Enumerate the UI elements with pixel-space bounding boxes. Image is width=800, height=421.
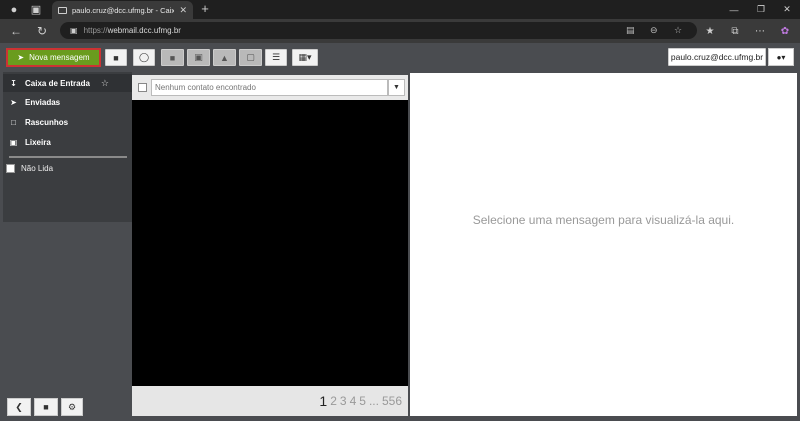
refresh-icon[interactable]: ◯ xyxy=(133,49,155,66)
message-preview-pane: Selecione uma mensagem para visualizá-la… xyxy=(410,73,797,416)
webmail-app: ➤ Nova mensagem ■ ◯ ■ ▣ ▲ ▢ ☰ ▦▾ paulo.c… xyxy=(0,43,800,421)
page-link[interactable]: 5 xyxy=(359,394,366,408)
draft-icon: □ xyxy=(11,117,16,127)
page-link[interactable]: 4 xyxy=(350,394,357,408)
restore-icon[interactable]: ❐ xyxy=(748,0,774,19)
paper-plane-icon: ➤ xyxy=(17,53,25,62)
folder-label: Rascunhos xyxy=(25,117,69,127)
menu-icon[interactable]: ☰ xyxy=(265,49,287,66)
browser-tab-bar: ● ▣ paulo.cruz@dcc.ufmg.br - Caixa de En… xyxy=(0,0,800,19)
url-field[interactable]: ▣ https://webmail.dcc.ufmg.br ▤ ⊖ ☆ xyxy=(60,22,697,39)
message-list-pane: ▼ 1 2 3 4 5 ... 556 xyxy=(132,75,408,416)
folder-label: Lixeira xyxy=(25,137,51,147)
sidebar-divider xyxy=(9,156,127,158)
close-tab-icon[interactable]: ✕ xyxy=(179,5,187,16)
address-bar: ← ↻ ▣ https://webmail.dcc.ufmg.br ▤ ⊖ ☆ … xyxy=(0,19,800,43)
minimize-icon[interactable]: — xyxy=(721,0,747,19)
search-input[interactable] xyxy=(151,79,388,96)
chevron-down-icon[interactable]: ▼ xyxy=(388,79,405,96)
calendar-icon[interactable]: ▦▾ xyxy=(292,49,318,66)
folder-inbox[interactable]: ↧ Caixa de Entrada ☆ xyxy=(3,74,132,92)
archive-icon[interactable]: ▣ xyxy=(187,49,210,66)
mail-toolbar: ➤ Nova mensagem ■ ◯ ■ ▣ ▲ ▢ ☰ ▦▾ paulo.c… xyxy=(0,43,800,73)
contacts-icon[interactable]: ■ xyxy=(105,49,127,66)
browser-tab[interactable]: paulo.cruz@dcc.ufmg.br - Caixa de Entrad… xyxy=(52,1,193,19)
more-icon[interactable]: ⋯ xyxy=(752,23,768,39)
folder-sidebar: ↧ Caixa de Entrada ☆ ➤ Enviadas □ Rascun… xyxy=(3,72,132,222)
url-host: webmail.dcc.ufmg.br xyxy=(107,26,181,35)
folder-drafts[interactable]: □ Rascunhos xyxy=(3,113,132,131)
profile-icon[interactable]: ● xyxy=(4,0,24,19)
page-link[interactable]: 1 xyxy=(319,393,327,409)
delete-icon[interactable]: ▢ xyxy=(239,49,262,66)
collections-icon[interactable]: ⧉ xyxy=(727,23,743,39)
page-link[interactable]: 3 xyxy=(340,394,347,408)
inbox-icon: ↧ xyxy=(10,78,17,88)
preview-empty-message: Selecione uma mensagem para visualizá-la… xyxy=(472,213,735,227)
favorite-star-icon[interactable]: ☆ xyxy=(674,22,682,39)
folder-trash[interactable]: ▣ Lixeira xyxy=(3,133,132,151)
user-menu-icon[interactable]: ●▾ xyxy=(768,48,794,66)
back-icon[interactable]: ← xyxy=(8,23,24,39)
favorites-icon[interactable]: ★ xyxy=(702,23,718,39)
send-icon: ➤ xyxy=(10,97,17,107)
settings-gear-icon[interactable]: ⚙ xyxy=(61,398,83,416)
star-icon[interactable]: ☆ xyxy=(101,78,109,89)
collapse-sidebar-button[interactable]: ❮ xyxy=(7,398,31,416)
page-link[interactable]: 556 xyxy=(382,394,402,408)
folder-sent[interactable]: ➤ Enviadas xyxy=(3,93,132,111)
compose-button[interactable]: ➤ Nova mensagem xyxy=(6,48,101,67)
folder-manage-icon[interactable]: ■ xyxy=(34,398,58,416)
unread-label: Não Lida xyxy=(21,164,54,173)
folder-label: Enviadas xyxy=(25,97,61,107)
zoom-icon[interactable]: ⊖ xyxy=(650,22,658,39)
mail-favicon-icon xyxy=(58,6,67,14)
message-list-header: ▼ xyxy=(132,75,408,100)
unread-filter[interactable]: Não Lida xyxy=(6,164,53,173)
reload-icon[interactable]: ↻ xyxy=(34,23,50,39)
new-tab-icon[interactable]: + xyxy=(197,1,213,16)
close-window-icon[interactable]: ✕ xyxy=(774,0,800,19)
lock-icon: ▣ xyxy=(70,26,78,35)
reply-icon[interactable]: ■ xyxy=(161,49,184,66)
spam-icon[interactable]: ▲ xyxy=(213,49,236,66)
tab-actions-icon[interactable]: ▣ xyxy=(26,0,46,19)
compose-label: Nova mensagem xyxy=(29,53,90,62)
folder-label: Caixa de Entrada xyxy=(25,78,90,88)
page-ellipsis: ... xyxy=(368,394,379,408)
pagination: 1 2 3 4 5 ... 556 xyxy=(132,386,408,416)
tab-title: paulo.cruz@dcc.ufmg.br - Caixa de Entrad… xyxy=(72,5,175,15)
copilot-icon[interactable]: ✿ xyxy=(777,23,793,39)
app-icon[interactable]: ▤ xyxy=(626,22,635,39)
account-button[interactable]: paulo.cruz@dcc.ufmg.br xyxy=(668,48,766,66)
url-scheme: https:// xyxy=(83,26,108,35)
unread-checkbox[interactable] xyxy=(6,164,15,173)
select-all-checkbox[interactable] xyxy=(138,83,147,92)
trash-icon: ▣ xyxy=(9,137,18,147)
page-link[interactable]: 2 xyxy=(330,394,337,408)
